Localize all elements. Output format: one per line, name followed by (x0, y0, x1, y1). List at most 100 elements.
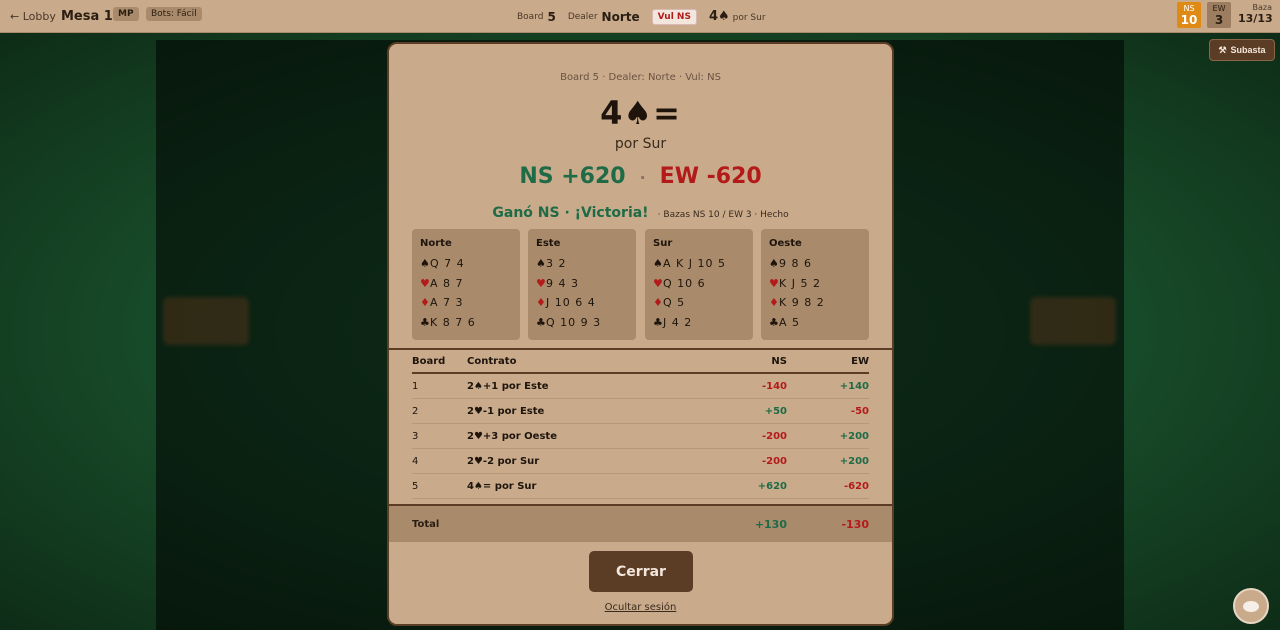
club-icon: ♣ (536, 315, 546, 329)
spade-icon: ♠ (536, 257, 546, 270)
table-name: Mesa 1 (61, 9, 113, 24)
west-player-placeholder (163, 297, 249, 345)
clubs-cards: J 4 2 (663, 315, 693, 329)
hand-name: Este (536, 238, 561, 249)
hand-north: Norte ♠Q 7 4 ♥A 8 7 ♦A 7 3 ♣K 8 7 6 (412, 229, 520, 340)
board-label: Board (517, 11, 544, 22)
hand-west: Oeste ♠9 8 6 ♥K J 5 2 ♦K 9 8 2 ♣A 5 (761, 229, 869, 340)
auction-button[interactable]: ⚒ Subasta (1209, 39, 1275, 61)
header-ns: NS (771, 355, 787, 367)
total-ns: +130 (754, 517, 787, 531)
spades-row: ♠Q 7 4 (420, 254, 520, 274)
spades-cards: A K J 10 5 (663, 257, 726, 270)
hearts-cards: A 8 7 (430, 276, 464, 290)
board-summary: Board 5 · Dealer: Norte · Vul: NS (560, 72, 721, 83)
clubs-cards: Q 10 9 3 (546, 315, 602, 329)
trick-counter: Baza 13/13 (1238, 3, 1273, 25)
ew-score: 3 (1214, 13, 1224, 27)
diamond-icon: ♦ (653, 296, 663, 309)
table-row: 1 2♠+1 por Este -140 +140 (412, 374, 869, 399)
current-contract-value: 4♠ (708, 9, 730, 24)
hands-grid: Norte ♠Q 7 4 ♥A 8 7 ♦A 7 3 ♣K 8 7 6 Este… (412, 229, 869, 340)
chat-button[interactable] (1233, 588, 1269, 624)
heart-icon: ♥ (653, 276, 663, 290)
row-contract: 2♠+1 por Este (467, 380, 549, 392)
header-ew: EW (851, 355, 869, 367)
spades-cards: 3 2 (546, 257, 567, 270)
row-contract: 2♥+3 por Oeste (467, 430, 557, 442)
clubs-row: ♣J 4 2 (653, 313, 753, 333)
club-icon: ♣ (769, 315, 779, 329)
ns-board-score: NS +620 (519, 164, 626, 189)
hearts-row: ♥K J 5 2 (769, 274, 869, 294)
clubs-row: ♣A 5 (769, 313, 869, 333)
results-modal: Board 5 · Dealer: Norte · Vul: NS 4♠= po… (387, 42, 894, 626)
table-row: 5 4♠= por Sur +620 -620 (412, 474, 869, 499)
row-board: 5 (412, 480, 419, 492)
lobby-link[interactable]: ← Lobby (10, 0, 56, 33)
diamonds-cards: J 10 6 4 (546, 296, 596, 309)
clubs-cards: A 5 (779, 315, 801, 329)
hearts-row: ♥Q 10 6 (653, 274, 753, 294)
row-ns: +620 (757, 480, 787, 492)
row-ew: +200 (839, 430, 869, 442)
diamonds-row: ♦K 9 8 2 (769, 293, 869, 313)
diamonds-row: ♦J 10 6 4 (536, 293, 636, 313)
diamond-icon: ♦ (769, 296, 779, 309)
row-board: 2 (412, 405, 419, 417)
hide-session-link[interactable]: Ocultar sesión (389, 602, 892, 613)
total-row: Total +130 -130 (389, 504, 892, 542)
club-icon: ♣ (420, 315, 430, 329)
current-contract-by: por Sur (732, 13, 766, 23)
spades-row: ♠3 2 (536, 254, 636, 274)
table-header: Board Contrato NS EW (412, 350, 869, 374)
close-button[interactable]: Cerrar (589, 551, 693, 592)
row-board: 1 (412, 380, 419, 392)
row-ew: -50 (850, 405, 869, 417)
total-label: Total (412, 518, 440, 530)
trick-detail: · Bazas NS 10 / EW 3 · Hecho (657, 210, 789, 220)
hearts-cards: 9 4 3 (546, 276, 579, 290)
east-player-placeholder (1030, 297, 1116, 345)
spade-icon: ♠ (653, 257, 663, 270)
score-separator: · (639, 167, 646, 187)
club-icon: ♣ (653, 315, 663, 329)
top-bar: ← Lobby Mesa 1 MP Bots: Fácil Board 5 De… (0, 0, 1280, 33)
current-contract: 4♠ por Sur (709, 9, 766, 24)
row-ns: -200 (761, 430, 787, 442)
baza-value: 13/13 (1238, 12, 1273, 25)
clubs-cards: K 8 7 6 (430, 315, 476, 329)
hand-name: Norte (420, 238, 452, 249)
diamonds-cards: A 7 3 (430, 296, 464, 309)
row-ns: -200 (761, 455, 787, 467)
table-row: 4 2♥-2 por Sur -200 +200 (412, 449, 869, 474)
row-ew: -620 (843, 480, 869, 492)
diamond-icon: ♦ (420, 296, 430, 309)
hearts-row: ♥9 4 3 (536, 274, 636, 294)
ew-board-score: EW -620 (659, 164, 762, 189)
heart-icon: ♥ (536, 276, 546, 290)
hand-name: Sur (653, 238, 673, 249)
hand-south: Sur ♠A K J 10 5 ♥Q 10 6 ♦Q 5 ♣J 4 2 (645, 229, 753, 340)
row-contract: 4♠= por Sur (467, 480, 537, 492)
spades-cards: Q 7 4 (430, 257, 465, 270)
spades-row: ♠A K J 10 5 (653, 254, 753, 274)
table-row: 3 2♥+3 por Oeste -200 +200 (412, 424, 869, 449)
hand-name: Oeste (769, 238, 802, 249)
ns-score: 10 (1180, 13, 1198, 27)
declarer: por Sur (614, 136, 667, 152)
vulnerability-badge: Vul NS (651, 8, 697, 25)
hearts-cards: K J 5 2 (779, 276, 821, 290)
row-board: 4 (412, 455, 419, 467)
mode-chip: MP (113, 7, 139, 21)
board-scores: NS +620 · EW -620 (389, 164, 892, 189)
diamonds-cards: K 9 8 2 (779, 296, 825, 309)
clubs-row: ♣Q 10 9 3 (536, 313, 636, 333)
result-line: Ganó NS · ¡Victoria! · Bazas NS 10 / EW … (389, 202, 892, 221)
dealer-label: Dealer (567, 11, 598, 22)
chat-icon (1243, 600, 1259, 612)
spades-cards: 9 8 6 (779, 257, 812, 270)
hearts-cards: Q 10 6 (663, 276, 706, 290)
final-contract: 4♠= (600, 94, 681, 132)
dealer-value: Norte (601, 9, 640, 24)
